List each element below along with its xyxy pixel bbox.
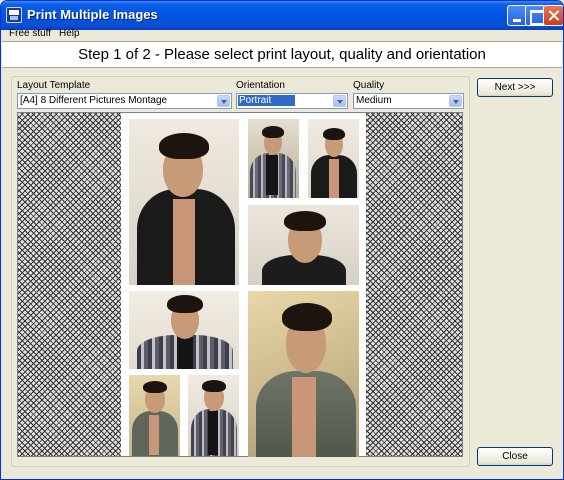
montage-photo [129, 119, 239, 285]
montage-photo [308, 119, 359, 198]
montage-photo [248, 291, 359, 457]
preview-page [121, 113, 366, 457]
window-title: Print Multiple Images [27, 7, 158, 22]
menu-free-stuff[interactable]: Free stuff [9, 28, 51, 39]
next-button[interactable]: Next >>> [477, 78, 553, 97]
orientation-label: Orientation [236, 80, 285, 91]
quality-label: Quality [353, 80, 385, 91]
quality-select[interactable]: Medium [353, 93, 464, 109]
layout-template-value: [A4] 8 Different Pictures Montage [20, 95, 168, 106]
step-header: Step 1 of 2 - Please select print layout… [2, 41, 562, 68]
montage-photo [248, 205, 359, 285]
orientation-select[interactable]: Portrait [236, 93, 348, 109]
orientation-value: Portrait [238, 95, 296, 106]
app-icon [6, 7, 22, 23]
close-window-button[interactable] [543, 5, 563, 26]
menu-bar: Free stuff Help [3, 28, 563, 41]
title-bar[interactable]: Print Multiple Images [1, 1, 563, 30]
montage-photo [129, 375, 180, 456]
print-preview [17, 112, 463, 457]
montage-photo [188, 375, 239, 456]
close-button[interactable]: Close [477, 447, 553, 466]
chevron-down-icon[interactable] [217, 95, 230, 107]
step-title: Step 1 of 2 - Please select print layout… [78, 46, 486, 63]
chevron-down-icon[interactable] [449, 95, 462, 107]
layout-template-label: Layout Template [17, 80, 91, 91]
montage-photo [129, 291, 239, 369]
layout-template-select[interactable]: [A4] 8 Different Pictures Montage [17, 93, 232, 109]
chevron-down-icon[interactable] [333, 95, 346, 107]
print-multiple-images-window: Print Multiple Images Free stuff Help St… [0, 0, 564, 480]
quality-value: Medium [356, 95, 392, 106]
menu-help[interactable]: Help [59, 28, 80, 39]
montage-photo [248, 119, 299, 198]
